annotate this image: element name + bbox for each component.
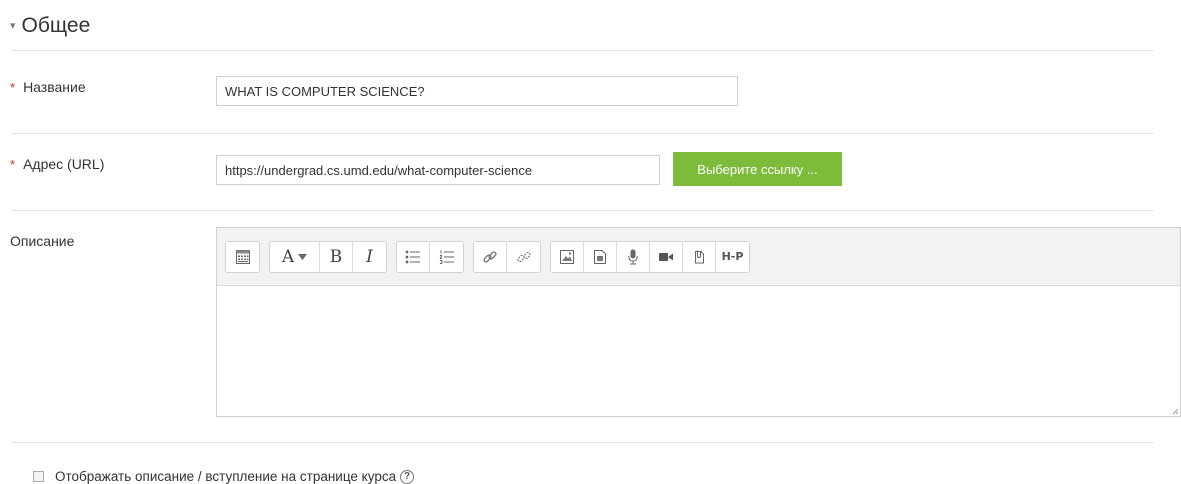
- help-icon[interactable]: ?: [400, 469, 415, 484]
- toolbar-toggle-icon: [235, 249, 250, 264]
- insert-image-button[interactable]: [551, 241, 584, 272]
- required-marker: *: [10, 157, 16, 172]
- insert-h5p-button[interactable]: H-P: [716, 242, 749, 272]
- toolbar-group-links: [473, 240, 541, 273]
- url-label-text: Адрес (URL): [23, 156, 105, 172]
- video-camera-icon: [659, 252, 673, 261]
- name-input[interactable]: [216, 76, 738, 106]
- description-textarea[interactable]: [217, 286, 1180, 416]
- unlink-button[interactable]: [507, 242, 540, 272]
- description-label: Описание: [10, 233, 75, 249]
- toolbar-toggle-button[interactable]: [226, 242, 259, 272]
- display-description-checkbox[interactable]: [33, 471, 44, 482]
- display-description-row: Отображать описание / вступление на стра…: [33, 469, 415, 484]
- unlink-icon: [516, 251, 531, 262]
- url-label: * Адрес (URL): [10, 156, 104, 172]
- ordered-list-icon: [439, 250, 454, 264]
- field-divider: [12, 442, 1154, 443]
- display-description-label: Отображать описание / вступление на стра…: [55, 469, 397, 484]
- section-title: Общее: [21, 14, 91, 37]
- field-divider: [12, 133, 1154, 134]
- link-icon: [483, 250, 497, 263]
- bold-button[interactable]: B: [320, 241, 353, 272]
- media-file-icon: [594, 249, 606, 264]
- ordered-list-button[interactable]: [430, 242, 463, 272]
- url-input[interactable]: [216, 155, 660, 185]
- italic-icon: I: [366, 246, 373, 267]
- toolbar-group-media: H-P: [550, 240, 750, 273]
- link-button[interactable]: [474, 241, 507, 272]
- italic-button[interactable]: I: [353, 242, 386, 272]
- unordered-list-button[interactable]: [397, 241, 430, 272]
- record-audio-button[interactable]: [617, 241, 650, 272]
- bold-icon: B: [329, 246, 343, 267]
- record-video-button[interactable]: [650, 241, 683, 272]
- section-divider: [12, 50, 1154, 51]
- unordered-list-icon: [405, 250, 420, 263]
- files-icon: [695, 250, 704, 263]
- insert-media-button[interactable]: [584, 241, 617, 272]
- h5p-icon: H-P: [721, 250, 744, 263]
- paragraph-style-button[interactable]: A: [270, 241, 320, 272]
- section-header-general[interactable]: ▾ Общее: [10, 14, 90, 38]
- choose-link-button[interactable]: Выберите ссылку ...: [673, 152, 842, 186]
- editor-toolbar: A B I H-P: [217, 228, 1180, 286]
- description-editor: A B I H-P: [216, 227, 1181, 417]
- toolbar-group-style: A B I: [269, 240, 387, 273]
- resize-handle-icon[interactable]: [1171, 407, 1179, 415]
- image-icon: [560, 249, 574, 264]
- font-style-icon: A: [281, 246, 295, 267]
- required-marker: *: [10, 80, 16, 95]
- name-label: * Название: [10, 79, 86, 95]
- toolbar-group-toggle: [225, 240, 260, 273]
- microphone-icon: [628, 249, 638, 264]
- dropdown-caret-icon: [298, 253, 308, 260]
- name-label-text: Название: [23, 79, 86, 95]
- toolbar-group-lists: [396, 240, 464, 273]
- manage-files-button[interactable]: [683, 241, 716, 272]
- collapse-caret-icon[interactable]: ▾: [10, 20, 16, 32]
- field-divider: [12, 210, 1154, 211]
